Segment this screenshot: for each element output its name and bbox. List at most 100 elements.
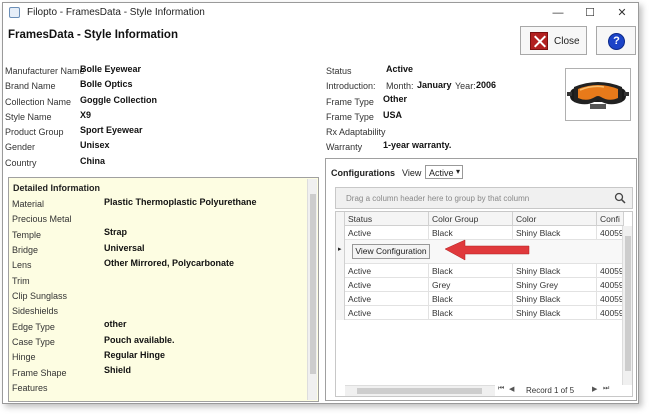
product-image	[565, 68, 631, 121]
table-cell[interactable]: Grey	[429, 278, 513, 292]
next-page-icon[interactable]: ▶	[592, 385, 597, 393]
detailed-information-panel: Detailed Information Material Plastic Th…	[8, 177, 319, 402]
brand-value: Bolle Optics	[80, 79, 133, 89]
month-label: Month:	[386, 81, 414, 91]
gender-value: Unisex	[80, 140, 110, 150]
row-indicator	[336, 264, 345, 278]
style-name-label: Style Name	[5, 112, 52, 122]
gender-label: Gender	[5, 142, 36, 152]
group-hint: Drag a column header here to group by th…	[346, 194, 530, 203]
temple-value: Strap	[104, 227, 128, 237]
grid-horizontal-scrollbar-thumb[interactable]	[357, 388, 482, 394]
status-label: Status	[326, 66, 352, 76]
table-cell[interactable]: Black	[429, 306, 513, 320]
frame-type2-value: USA	[383, 110, 403, 120]
table-cell[interactable]: Active	[345, 292, 429, 306]
frame-type-value: Other	[383, 94, 408, 104]
view-label: View	[402, 168, 422, 178]
case-type-value: Pouch available.	[104, 335, 175, 345]
material-value: Plastic Thermoplastic Polyurethane	[104, 197, 257, 207]
table-cell[interactable]: Active	[345, 264, 429, 278]
manufacturer-value: Bolle Eyewear	[80, 64, 142, 74]
first-page-icon[interactable]: ⏮	[498, 385, 504, 393]
grid-vertical-scrollbar[interactable]	[622, 226, 632, 385]
product-group-label: Product Group	[5, 127, 64, 137]
current-row-arrow-icon: ▸	[338, 246, 342, 253]
detail-section-title: Detailed Information	[13, 183, 101, 193]
table-cell[interactable]: Shiny Grey	[513, 278, 597, 292]
warranty-label: Warranty	[326, 142, 363, 152]
table-cell[interactable]: 40059	[597, 292, 624, 306]
help-button[interactable]: ?	[596, 26, 636, 55]
country-label: Country	[5, 158, 37, 168]
material-label: Material	[12, 199, 45, 209]
frame-shape-label: Frame Shape	[12, 368, 67, 378]
page-title: FramesData - Style Information	[8, 29, 178, 41]
hinge-label: Hinge	[12, 352, 36, 362]
configurations-panel: Configurations View Active Drag a column…	[325, 158, 637, 401]
lens-value: Other Mirrored, Polycarbonate	[104, 258, 235, 268]
precious-metal-label: Precious Metal	[12, 214, 72, 224]
table-cell[interactable]: 40059	[597, 278, 624, 292]
table-cell[interactable]: 40059	[597, 226, 624, 240]
pager-text: Record 1 of 5	[526, 386, 575, 395]
close-icon	[530, 32, 548, 50]
year-value: 2006	[476, 80, 497, 90]
year-label: Year:	[455, 81, 476, 91]
table-cell[interactable]: Shiny Black	[513, 226, 597, 240]
lens-label: Lens	[12, 260, 32, 270]
table-cell[interactable]: Shiny Black	[513, 306, 597, 320]
table-cell[interactable]: Active	[345, 226, 429, 240]
grid-horizontal-scrollbar[interactable]	[345, 385, 495, 396]
table-cell[interactable]: 40059	[597, 306, 624, 320]
warranty-value: 1-year warranty.	[383, 140, 452, 150]
window-close-button[interactable]: ✕	[607, 5, 637, 21]
goggle-icon	[567, 82, 629, 109]
rx-adaptability-label: Rx Adaptability	[326, 127, 386, 137]
hinge-value: Regular Hinge	[104, 350, 166, 360]
configurations-title: Configurations	[331, 168, 395, 178]
close-button[interactable]: Close	[520, 26, 587, 55]
detail-scrollbar-thumb[interactable]	[310, 194, 316, 374]
maximize-button[interactable]: ☐	[575, 5, 605, 21]
view-select[interactable]: Active	[425, 165, 463, 179]
table-cell[interactable]: 40059	[597, 264, 624, 278]
column-header-status[interactable]: Status	[345, 212, 429, 226]
group-by-bar[interactable]: Drag a column header here to group by th…	[335, 187, 633, 209]
table-cell[interactable]: Shiny Black	[513, 292, 597, 306]
close-button-label: Close	[554, 36, 580, 47]
column-header-color[interactable]: Color	[513, 212, 597, 226]
prev-page-icon[interactable]: ◀	[509, 385, 514, 393]
product-group-value: Sport Eyewear	[80, 125, 143, 135]
brand-label: Brand Name	[5, 81, 56, 91]
table-cell[interactable]: Active	[345, 306, 429, 320]
bridge-label: Bridge	[12, 245, 39, 255]
detail-row-indicator: ▸	[336, 240, 345, 264]
search-icon[interactable]	[614, 192, 626, 204]
main-window: Filopto - FramesData - Style Information…	[2, 2, 639, 404]
temple-label: Temple	[12, 230, 42, 240]
country-value: China	[80, 156, 106, 166]
row-indicator	[336, 278, 345, 292]
minimize-button[interactable]: —	[543, 5, 573, 21]
last-page-icon[interactable]: ⏭	[603, 385, 609, 393]
month-value: January	[417, 80, 452, 90]
style-name-value: X9	[80, 110, 92, 120]
collection-label: Collection Name	[5, 97, 72, 107]
table-cell[interactable]: Black	[429, 292, 513, 306]
header-indicator	[336, 212, 345, 226]
column-header-config[interactable]: Confi	[597, 212, 624, 226]
view-configuration-button[interactable]: View Configuration	[352, 244, 430, 259]
table-cell[interactable]: Black	[429, 226, 513, 240]
collection-value: Goggle Collection	[80, 95, 158, 105]
table-cell[interactable]: Active	[345, 278, 429, 292]
view-select-value: Active	[429, 168, 454, 178]
row-indicator	[336, 306, 345, 320]
trim-label: Trim	[12, 276, 30, 286]
title-bar: Filopto - FramesData - Style Information…	[3, 3, 638, 23]
manufacturer-label: Manufacturer Name	[5, 66, 85, 76]
detail-scrollbar[interactable]	[307, 179, 317, 400]
grid-vertical-scrollbar-thumb[interactable]	[625, 236, 631, 371]
column-header-color-group[interactable]: Color Group	[429, 212, 513, 226]
case-type-label: Case Type	[12, 337, 55, 347]
